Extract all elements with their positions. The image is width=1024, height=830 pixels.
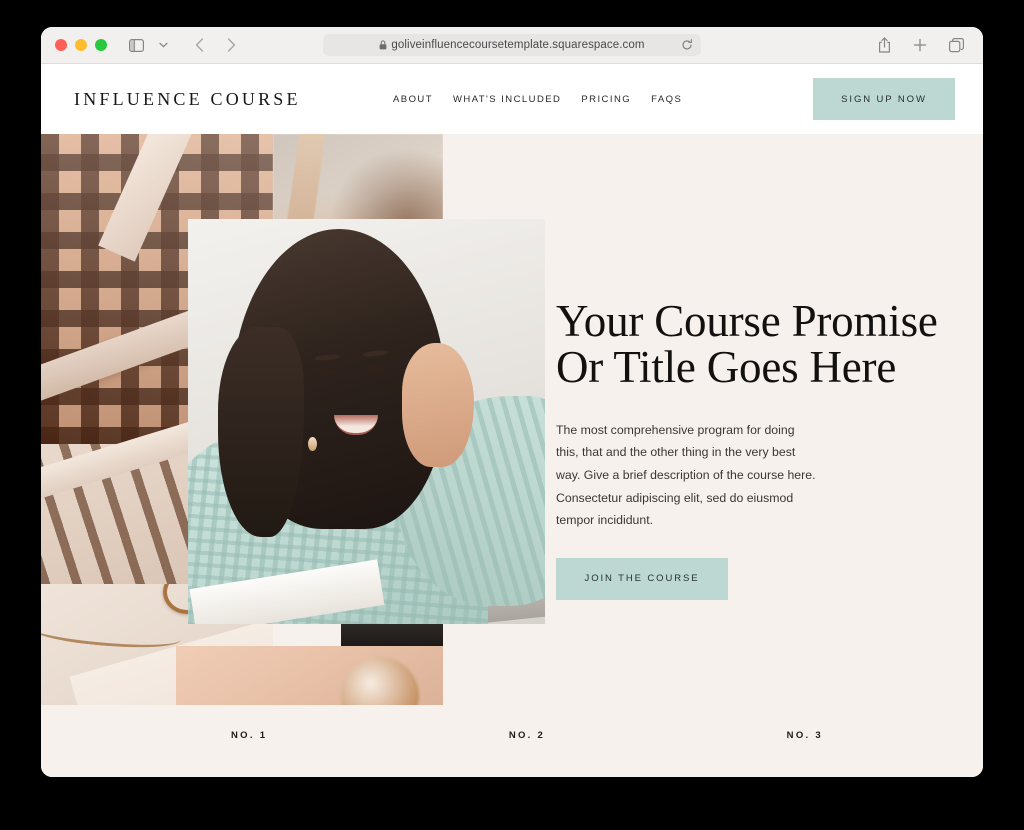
zoom-window-button[interactable] xyxy=(95,39,107,51)
tab-overview-icon[interactable] xyxy=(945,34,967,56)
nav-item-faqs[interactable]: FAQS xyxy=(651,94,682,105)
minimize-window-button[interactable] xyxy=(75,39,87,51)
navigation-arrows xyxy=(188,34,242,56)
portrait-hand xyxy=(402,343,474,467)
portrait-eye-right xyxy=(366,366,383,372)
main-navigation: ABOUT WHAT'S INCLUDED PRICING FAQS xyxy=(393,94,682,105)
collage-chain xyxy=(41,614,182,654)
number-marker-1: NO. 1 xyxy=(231,730,268,741)
site-logo[interactable]: INFLUENCE COURSE xyxy=(74,89,301,110)
address-bar[interactable]: goliveinfluencecoursetemplate.squarespac… xyxy=(323,34,701,56)
number-marker-3: NO. 3 xyxy=(786,730,823,741)
nav-item-about[interactable]: ABOUT xyxy=(393,94,433,105)
nav-item-pricing[interactable]: PRICING xyxy=(581,94,631,105)
portrait-hair-strand xyxy=(218,327,304,537)
sidebar-controls xyxy=(125,34,174,56)
window-controls xyxy=(55,39,107,51)
hero-section: Your Course Promise Or Title Goes Here T… xyxy=(41,134,983,777)
reload-icon[interactable] xyxy=(681,39,693,51)
hero-number-markers: NO. 1 NO. 2 NO. 3 xyxy=(41,730,983,741)
hero-headline-line-2: Or Title Goes Here xyxy=(556,341,897,392)
address-bar-container: goliveinfluencecoursetemplate.squarespac… xyxy=(323,34,701,56)
number-marker-2: NO. 2 xyxy=(508,730,546,741)
hero-headline: Your Course Promise Or Title Goes Here xyxy=(556,296,956,392)
browser-window: goliveinfluencecoursetemplate.squarespac… xyxy=(41,27,983,777)
browser-toolbar: goliveinfluencecoursetemplate.squarespac… xyxy=(41,27,983,64)
hero-headline-line-1: Your Course Promise xyxy=(556,296,938,346)
join-the-course-button[interactable]: JOIN THE COURSE xyxy=(556,557,728,600)
plus-icon[interactable] xyxy=(909,34,931,56)
hero-body-text: The most comprehensive program for doing… xyxy=(556,422,816,528)
sign-up-now-button[interactable]: SIGN UP NOW xyxy=(813,78,955,120)
portrait-eye-left xyxy=(319,369,336,375)
back-arrow-icon[interactable] xyxy=(188,34,210,56)
portrait-earring xyxy=(308,437,317,451)
chevron-down-icon[interactable] xyxy=(152,34,174,56)
sidebar-toggle-icon[interactable] xyxy=(125,34,147,56)
toolbar-actions xyxy=(873,34,967,56)
hero-copy: Your Course Promise Or Title Goes Here T… xyxy=(556,296,956,600)
forward-arrow-icon[interactable] xyxy=(220,34,242,56)
share-icon[interactable] xyxy=(873,34,895,56)
address-bar-url: goliveinfluencecoursetemplate.squarespac… xyxy=(391,39,645,51)
site-header: INFLUENCE COURSE ABOUT WHAT'S INCLUDED P… xyxy=(41,64,983,134)
close-window-button[interactable] xyxy=(55,39,67,51)
nav-item-whats-included[interactable]: WHAT'S INCLUDED xyxy=(453,94,561,105)
portrait-neck xyxy=(316,435,392,515)
hero-portrait-photo xyxy=(188,219,545,624)
lock-icon xyxy=(379,40,387,50)
collage-strap-vertical xyxy=(98,134,196,262)
collage-blush-panel-image xyxy=(176,646,443,705)
